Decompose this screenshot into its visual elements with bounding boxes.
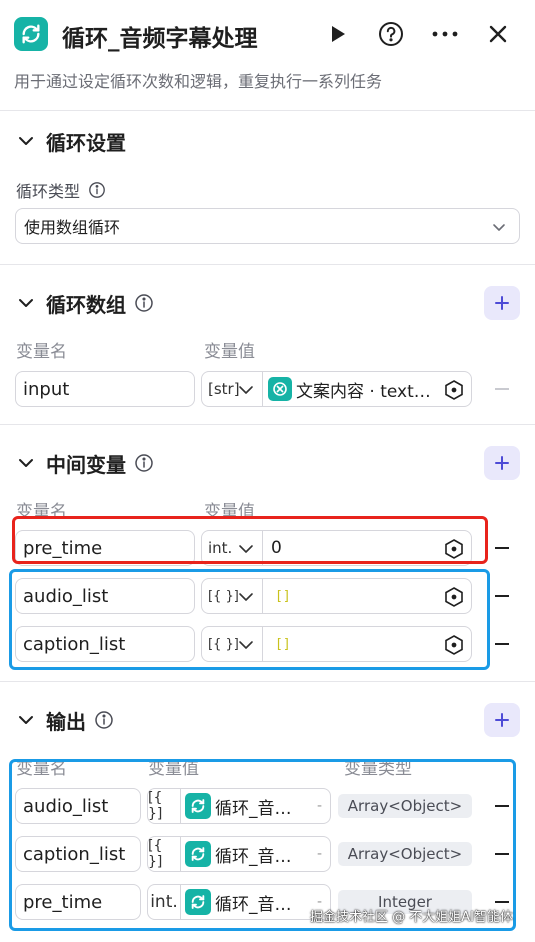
chevron-down-icon [239, 641, 253, 649]
chevron-down-icon [239, 545, 253, 553]
add-loop-array-button[interactable] [484, 286, 520, 320]
output-value-ref[interactable]: 循环_音… - [181, 836, 331, 872]
output-value-ref[interactable]: 循环_音… - [181, 884, 331, 920]
section-middle-vars[interactable]: 中间变量 [16, 448, 154, 478]
variable-ref-icon [445, 635, 463, 655]
column-header-value: 变量值 [148, 759, 199, 779]
node-title[interactable]: 循环_音频字幕处理 [62, 19, 258, 53]
column-header-value: 变量值 [204, 342, 255, 362]
remove-row-button[interactable] [495, 901, 509, 903]
variable-ref-icon [445, 587, 463, 607]
divider [0, 424, 535, 425]
output-type-badge: Array<Object> [338, 842, 472, 866]
middle-var-type-select[interactable]: int. [201, 530, 263, 566]
middle-var-type-select[interactable]: [{ }] [201, 578, 263, 614]
middle-var-name-input[interactable]: caption_list [15, 626, 195, 662]
loop-icon [185, 793, 211, 819]
section-loop-settings[interactable]: 循环设置 [16, 126, 126, 156]
chevron-down-icon [19, 137, 33, 145]
play-icon [332, 26, 345, 42]
loop-icon [185, 889, 211, 915]
remove-row-button[interactable] [495, 547, 509, 549]
remove-row-button[interactable] [495, 853, 509, 855]
loop-var-value-ref[interactable]: 文案内容 · text… [262, 371, 472, 407]
output-value-ref[interactable]: 循环_音… - [181, 788, 331, 824]
output-type-indicator: [{ }] [147, 788, 181, 824]
info-icon [89, 182, 105, 198]
output-name-input[interactable]: pre_time [15, 884, 141, 920]
variable-ref-icon [445, 380, 463, 400]
output-type-badge: Array<Object> [338, 794, 472, 818]
remove-row-button[interactable] [495, 643, 509, 645]
close-icon [489, 25, 507, 43]
chevron-down-icon [239, 386, 253, 394]
add-middle-var-button[interactable] [484, 446, 520, 480]
divider [0, 110, 535, 111]
loop-var-name-input[interactable]: input [15, 371, 195, 407]
output-type-indicator: [{ }] [147, 836, 181, 872]
help-button[interactable] [375, 18, 407, 50]
section-output[interactable]: 输出 [16, 705, 114, 735]
section-title: 中间变量 [46, 452, 126, 477]
remove-row-button[interactable] [495, 595, 509, 597]
loop-type-label: 循环类型 [16, 178, 106, 202]
output-name-input[interactable]: caption_list [15, 836, 141, 872]
divider [0, 264, 535, 265]
column-header-value: 变量值 [204, 502, 255, 522]
column-header-name: 变量名 [16, 502, 67, 522]
more-button[interactable] [429, 18, 461, 50]
column-header-type: 变量类型 [344, 759, 412, 779]
middle-var-name-input[interactable]: audio_list [15, 578, 195, 614]
ai-node-icon [268, 377, 292, 401]
middle-var-name-input[interactable]: pre_time [15, 530, 195, 566]
loop-var-type-select[interactable]: [str] [201, 371, 263, 407]
section-title: 输出 [46, 709, 86, 734]
plus-icon [495, 713, 509, 727]
chevron-down-icon [19, 716, 33, 724]
chevron-down-icon [19, 459, 33, 467]
loop-type-select[interactable]: 使用数组循环 [15, 208, 520, 244]
middle-var-value-input[interactable]: [] [262, 578, 472, 614]
add-output-button[interactable] [484, 703, 520, 737]
chevron-down-icon [19, 299, 33, 307]
middle-var-value-input[interactable]: 0 [262, 530, 472, 566]
variable-ref-icon [445, 539, 463, 559]
info-icon [135, 294, 153, 312]
node-description: 用于通过设定循环次数和逻辑，重复执行一系列任务 [14, 72, 383, 91]
output-type-indicator: int. [147, 884, 181, 920]
plus-icon [495, 296, 509, 310]
section-loop-array[interactable]: 循环数组 [16, 288, 154, 318]
remove-row-button[interactable] [495, 805, 509, 807]
info-icon [95, 711, 113, 729]
close-button[interactable] [482, 18, 514, 50]
divider [0, 681, 535, 682]
loop-icon [185, 841, 211, 867]
remove-row-button[interactable] [495, 388, 509, 390]
help-icon [379, 22, 403, 46]
column-header-name: 变量名 [16, 342, 67, 362]
chevron-down-icon [493, 224, 505, 231]
middle-var-type-select[interactable]: [{ }] [201, 626, 263, 662]
middle-var-value-input[interactable]: [] [262, 626, 472, 662]
output-name-input[interactable]: audio_list [15, 788, 141, 824]
watermark-text: 掘金技术社区 @ 不大姐姐AI智能体 [310, 910, 513, 925]
loop-icon [14, 17, 48, 51]
node-header: 循环_音频字幕处理 [0, 0, 535, 70]
chevron-down-icon [239, 593, 253, 601]
info-icon [135, 454, 153, 472]
plus-icon [495, 456, 509, 470]
section-title: 循环设置 [46, 130, 126, 155]
run-button[interactable] [322, 18, 354, 50]
more-icon [432, 31, 458, 37]
column-header-name: 变量名 [16, 759, 67, 779]
section-title: 循环数组 [46, 292, 126, 317]
